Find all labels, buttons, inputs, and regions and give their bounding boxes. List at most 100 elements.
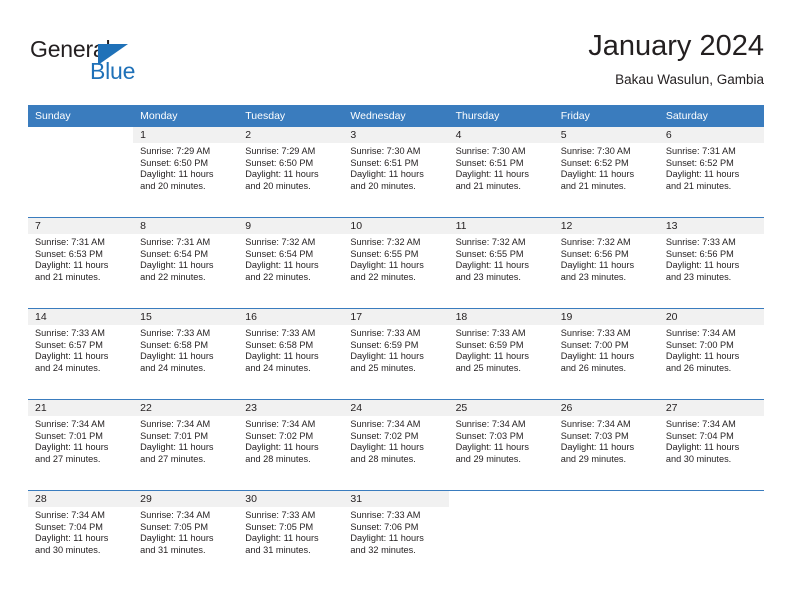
sunset-text: Sunset: 7:00 PM	[560, 339, 629, 350]
day-number	[28, 127, 133, 143]
calendar-page: General Blue January 2024 Bakau Wasulun,…	[0, 0, 792, 612]
day-details: Sunrise: 7:34 AM Sunset: 7:01 PM Daylight:…	[28, 416, 133, 465]
sunrise-text: Sunrise: 7:33 AM	[245, 510, 316, 520]
calendar-cell-inner	[659, 491, 764, 581]
sunset-text: Sunset: 6:55 PM	[455, 248, 524, 259]
calendar-cell-day[interactable]: 12 Sunrise: 7:32 AM Sunset: 6:56 PM Dayligh…	[553, 217, 659, 309]
sunrise-text: Sunrise: 7:34 AM	[140, 510, 211, 520]
calendar-cell-day[interactable]: 14 Sunrise: 7:33 AM Sunset: 6:57 PM Dayligh…	[28, 308, 134, 400]
calendar-cell-day[interactable]: 5 Sunrise: 7:30 AM Sunset: 6:52 PM Daylight…	[553, 127, 659, 218]
calendar-week-row: 28 Sunrise: 7:34 AM Sunset: 7:04 PM Dayligh…	[28, 490, 764, 581]
day-details: Sunrise: 7:34 AM Sunset: 7:04 PM Daylight:…	[28, 507, 133, 556]
calendar-cell-day[interactable]: 23 Sunrise: 7:34 AM Sunset: 7:02 PM Dayligh…	[238, 399, 344, 491]
calendar-cell-day[interactable]: 24 Sunrise: 7:34 AM Sunset: 7:02 PM Dayligh…	[343, 399, 449, 491]
daylight-text-line2: and 30 minutes.	[35, 544, 101, 555]
daylight-text-line1: Daylight: 11 hours	[665, 260, 740, 271]
daylight-text-line2: and 22 minutes.	[140, 271, 206, 282]
sunrise-text: Sunrise: 7:31 AM	[665, 146, 736, 156]
day-details: Sunrise: 7:33 AM Sunset: 6:59 PM Daylight:…	[343, 325, 448, 374]
day-details: Sunrise: 7:30 AM Sunset: 6:51 PM Daylight:…	[449, 143, 554, 192]
day-number: 15	[133, 309, 239, 325]
day-details: Sunrise: 7:34 AM Sunset: 7:01 PM Daylight:…	[133, 416, 238, 465]
day-number: 6	[658, 127, 764, 143]
calendar-cell-day[interactable]: 20 Sunrise: 7:34 AM Sunset: 7:00 PM Dayligh…	[658, 308, 764, 400]
calendar-cell-day[interactable]: 26 Sunrise: 7:34 AM Sunset: 7:03 PM Dayligh…	[553, 399, 659, 491]
calendar-cell-day[interactable]: 9 Sunrise: 7:32 AM Sunset: 6:54 PM Daylight…	[238, 217, 344, 309]
calendar-cell-inner: 13 Sunrise: 7:33 AM Sunset: 6:56 PM Dayligh…	[658, 218, 764, 308]
calendar-cell-day[interactable]: 1 Sunrise: 7:29 AM Sunset: 6:50 PM Daylight…	[133, 127, 239, 218]
calendar-cell-day[interactable]: 16 Sunrise: 7:33 AM Sunset: 6:58 PM Dayligh…	[238, 308, 344, 400]
calendar-cell-empty	[553, 490, 659, 581]
calendar-cell-day[interactable]: 29 Sunrise: 7:34 AM Sunset: 7:05 PM Dayligh…	[133, 490, 239, 581]
sunrise-text: Sunrise: 7:33 AM	[140, 328, 211, 338]
calendar-cell-day[interactable]: 13 Sunrise: 7:33 AM Sunset: 6:56 PM Dayligh…	[658, 217, 764, 309]
calendar-cell-inner: 31 Sunrise: 7:33 AM Sunset: 7:06 PM Dayligh…	[343, 491, 449, 581]
weekday-header-sunday: Sunday	[28, 105, 134, 127]
day-details: Sunrise: 7:32 AM Sunset: 6:55 PM Daylight:…	[449, 234, 554, 283]
sunrise-text: Sunrise: 7:33 AM	[350, 328, 421, 338]
calendar-cell-day[interactable]: 6 Sunrise: 7:31 AM Sunset: 6:52 PM Daylight…	[658, 127, 764, 218]
calendar-cell-day[interactable]: 3 Sunrise: 7:30 AM Sunset: 6:51 PM Daylight…	[343, 127, 449, 218]
calendar-cell-inner: 11 Sunrise: 7:32 AM Sunset: 6:55 PM Dayligh…	[448, 218, 554, 308]
day-details: Sunrise: 7:29 AM Sunset: 6:50 PM Daylight:…	[238, 143, 343, 192]
day-number	[659, 491, 764, 507]
calendar-cell-day[interactable]: 2 Sunrise: 7:29 AM Sunset: 6:50 PM Daylight…	[238, 127, 344, 218]
calendar-cell-day[interactable]: 21 Sunrise: 7:34 AM Sunset: 7:01 PM Dayligh…	[28, 399, 134, 491]
sunset-text: Sunset: 6:59 PM	[350, 339, 419, 350]
daylight-text-line1: Daylight: 11 hours	[245, 260, 319, 271]
calendar-cell-inner: 14 Sunrise: 7:33 AM Sunset: 6:57 PM Dayligh…	[28, 309, 134, 399]
sunset-text: Sunset: 6:50 PM	[245, 157, 314, 168]
sunrise-text: Sunrise: 7:34 AM	[350, 419, 421, 429]
day-details: Sunrise: 7:29 AM Sunset: 6:50 PM Daylight:…	[133, 143, 238, 192]
calendar-cell-day[interactable]: 10 Sunrise: 7:32 AM Sunset: 6:55 PM Dayligh…	[343, 217, 449, 309]
calendar-cell-inner: 28 Sunrise: 7:34 AM Sunset: 7:04 PM Dayligh…	[28, 491, 134, 581]
daylight-text-line1: Daylight: 11 hours	[35, 351, 109, 362]
day-number: 18	[448, 309, 554, 325]
calendar-cell-inner: 6 Sunrise: 7:31 AM Sunset: 6:52 PM Daylight…	[658, 127, 764, 217]
calendar-cell-inner: 8 Sunrise: 7:31 AM Sunset: 6:54 PM Daylight…	[133, 218, 239, 308]
daylight-text-line2: and 25 minutes.	[455, 362, 521, 373]
sunrise-text: Sunrise: 7:33 AM	[350, 510, 421, 520]
calendar-cell-inner: 10 Sunrise: 7:32 AM Sunset: 6:55 PM Dayligh…	[343, 218, 449, 308]
day-details: Sunrise: 7:30 AM Sunset: 6:52 PM Daylight:…	[554, 143, 659, 192]
sunset-text: Sunset: 6:56 PM	[665, 248, 734, 259]
calendar-cell-day[interactable]: 8 Sunrise: 7:31 AM Sunset: 6:54 PM Daylight…	[133, 217, 239, 309]
day-number: 3	[343, 127, 449, 143]
daylight-text-line2: and 24 minutes.	[140, 362, 206, 373]
daylight-text-line2: and 32 minutes.	[350, 544, 416, 555]
calendar-cell-inner: 30 Sunrise: 7:33 AM Sunset: 7:05 PM Dayligh…	[238, 491, 344, 581]
calendar-cell-day[interactable]: 4 Sunrise: 7:30 AM Sunset: 6:51 PM Daylight…	[448, 127, 554, 218]
sunrise-text: Sunrise: 7:33 AM	[665, 237, 736, 247]
calendar-cell-day[interactable]: 28 Sunrise: 7:34 AM Sunset: 7:04 PM Dayligh…	[28, 490, 134, 581]
daylight-text-line2: and 23 minutes.	[560, 271, 627, 282]
day-details: Sunrise: 7:31 AM Sunset: 6:54 PM Daylight:…	[133, 234, 238, 283]
daylight-text-line2: and 25 minutes.	[350, 362, 416, 373]
calendar-cell-day[interactable]: 31 Sunrise: 7:33 AM Sunset: 7:06 PM Dayligh…	[343, 490, 449, 581]
sunrise-text: Sunrise: 7:29 AM	[245, 146, 316, 156]
daylight-text-line2: and 20 minutes.	[245, 180, 311, 191]
calendar-cell-day[interactable]: 19 Sunrise: 7:33 AM Sunset: 7:00 PM Dayligh…	[553, 308, 659, 400]
daylight-text-line2: and 26 minutes.	[560, 362, 627, 373]
sunrise-text: Sunrise: 7:33 AM	[245, 328, 316, 338]
day-details: Sunrise: 7:33 AM Sunset: 6:57 PM Daylight:…	[28, 325, 133, 374]
day-details: Sunrise: 7:33 AM Sunset: 6:59 PM Daylight:…	[449, 325, 554, 374]
calendar-cell-day[interactable]: 7 Sunrise: 7:31 AM Sunset: 6:53 PM Daylight…	[28, 217, 134, 309]
daylight-text-line1: Daylight: 11 hours	[140, 533, 214, 544]
calendar-cell-day[interactable]: 15 Sunrise: 7:33 AM Sunset: 6:58 PM Dayligh…	[133, 308, 239, 400]
calendar-cell-inner: 29 Sunrise: 7:34 AM Sunset: 7:05 PM Dayligh…	[133, 491, 239, 581]
calendar-cell-day[interactable]: 27 Sunrise: 7:34 AM Sunset: 7:04 PM Dayligh…	[658, 399, 764, 491]
daylight-text-line2: and 31 minutes.	[245, 544, 311, 555]
calendar-cell-day[interactable]: 30 Sunrise: 7:33 AM Sunset: 7:05 PM Dayligh…	[238, 490, 344, 581]
daylight-text-line2: and 23 minutes.	[665, 271, 732, 282]
calendar-header-row: Sunday Monday Tuesday Wednesday Thursday…	[28, 105, 764, 127]
daylight-text-line2: and 22 minutes.	[245, 271, 311, 282]
calendar-cell-day[interactable]: 25 Sunrise: 7:34 AM Sunset: 7:03 PM Dayligh…	[448, 399, 554, 491]
calendar-cell-day[interactable]: 22 Sunrise: 7:34 AM Sunset: 7:01 PM Dayligh…	[133, 399, 239, 491]
calendar-cell-day[interactable]: 18 Sunrise: 7:33 AM Sunset: 6:59 PM Dayligh…	[448, 308, 554, 400]
day-details: Sunrise: 7:31 AM Sunset: 6:52 PM Daylight:…	[659, 143, 764, 192]
general-blue-logo[interactable]: General Blue	[30, 36, 150, 86]
calendar-cell-day[interactable]: 11 Sunrise: 7:32 AM Sunset: 6:55 PM Dayligh…	[448, 217, 554, 309]
sunset-text: Sunset: 6:55 PM	[350, 248, 419, 259]
calendar-cell-day[interactable]: 17 Sunrise: 7:33 AM Sunset: 6:59 PM Dayligh…	[343, 308, 449, 400]
page-title: January 2024	[588, 30, 764, 62]
